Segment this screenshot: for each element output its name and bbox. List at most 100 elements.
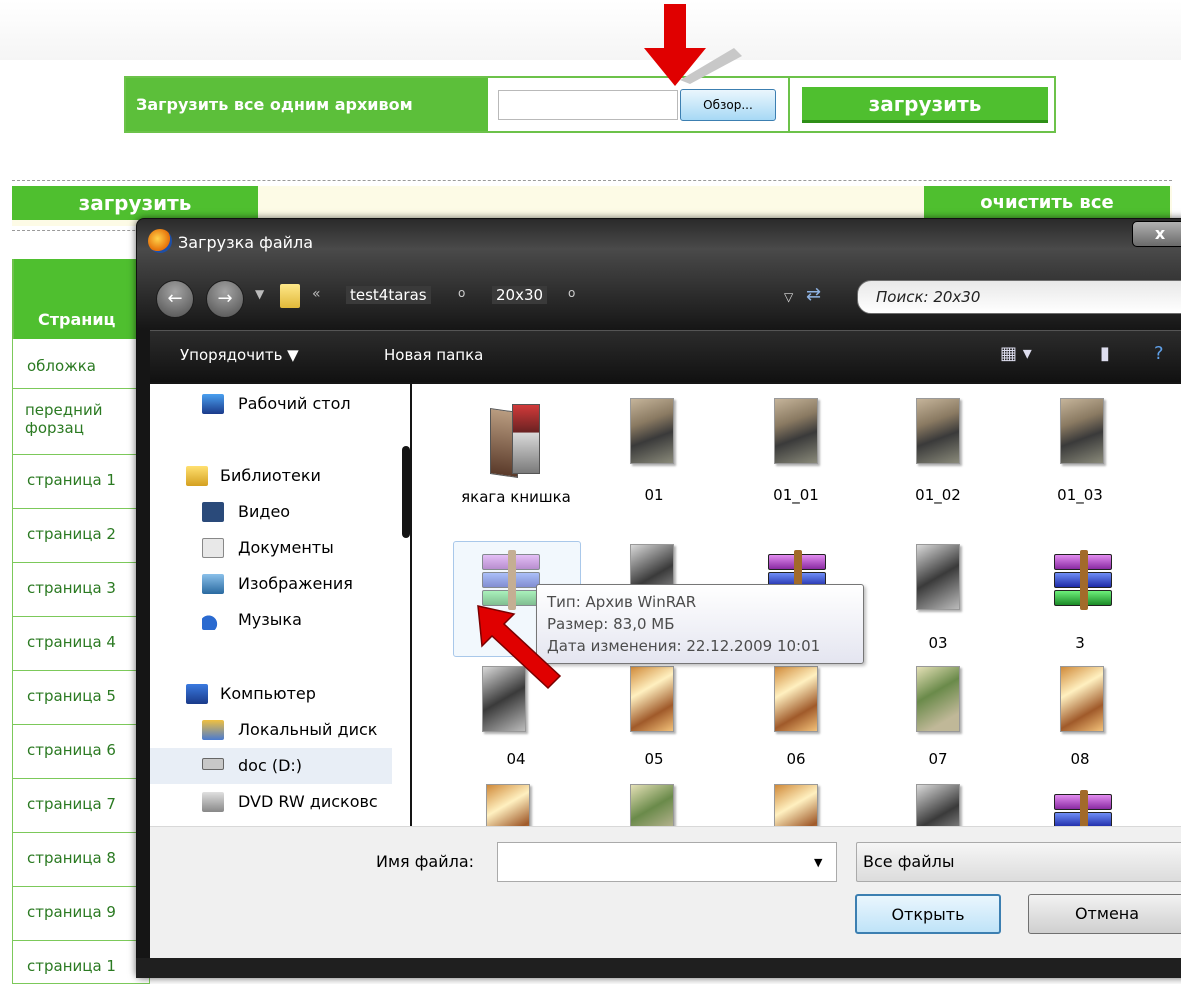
- breadcrumb-separator-icon[interactable]: o: [458, 286, 465, 300]
- cancel-button[interactable]: Отмена: [1028, 894, 1181, 934]
- file-label[interactable]: 05: [594, 750, 714, 768]
- row-label: страница 5: [27, 687, 116, 705]
- tooltip-size: Размер: 83,0 МБ: [547, 615, 675, 633]
- file-thumbnail[interactable]: [630, 784, 674, 826]
- dialog-title: Загрузка файла: [178, 233, 314, 252]
- file-thumbnail[interactable]: [630, 666, 674, 732]
- nav-desktop[interactable]: Рабочий стол: [238, 394, 351, 413]
- red-arrow-up-left-icon: [477, 605, 562, 690]
- nav-video[interactable]: Видео: [238, 502, 290, 521]
- libraries-icon: [186, 466, 208, 486]
- close-button[interactable]: x: [1132, 221, 1181, 247]
- file-thumbnail[interactable]: [1060, 666, 1104, 732]
- file-thumbnail[interactable]: [916, 544, 960, 610]
- file-thumbnail[interactable]: [630, 398, 674, 464]
- tooltip-date: Дата изменения: 22.12.2009 10:01: [547, 637, 821, 655]
- preview-pane-icon[interactable]: ▮: [1100, 343, 1110, 364]
- folder-icon: [280, 284, 300, 308]
- file-thumbnail: [490, 404, 542, 480]
- filename-dropdown-icon[interactable]: ▼: [814, 856, 822, 869]
- file-label[interactable]: 01_02: [878, 486, 998, 504]
- table-row[interactable]: передний форзац: [12, 389, 150, 455]
- page-top: [0, 0, 1181, 60]
- winrar-archive-icon[interactable]: [1054, 790, 1112, 826]
- refresh-icon[interactable]: ⇄: [806, 284, 821, 305]
- file-label[interactable]: 07: [878, 750, 998, 768]
- breadcrumb-separator-icon[interactable]: o: [568, 286, 575, 300]
- nav-drive-d[interactable]: doc (D:): [238, 756, 302, 775]
- file-thumbnail[interactable]: [916, 398, 960, 464]
- breadcrumb-item[interactable]: 20x30: [492, 286, 548, 304]
- video-icon: [202, 502, 224, 522]
- file-label[interactable]: 01_01: [736, 486, 856, 504]
- file-label[interactable]: 04: [456, 750, 576, 768]
- table-row[interactable]: страница 1: [12, 455, 150, 509]
- history-dropdown-icon[interactable]: ▼: [255, 287, 264, 301]
- row-label: страница 6: [27, 741, 116, 759]
- row-label: страница 1: [27, 471, 116, 489]
- table-row[interactable]: страница 9: [12, 887, 150, 941]
- nav-pictures[interactable]: Изображения: [238, 574, 353, 593]
- desktop-icon: [202, 394, 224, 414]
- file-type-select[interactable]: Все файлы: [856, 842, 1181, 882]
- archive-upload-label: Загрузить все одним архивом: [126, 78, 488, 131]
- nav-local-disk[interactable]: Локальный диск: [238, 720, 377, 739]
- winrar-archive-icon[interactable]: [1054, 550, 1112, 610]
- archive-file-input[interactable]: [498, 90, 678, 120]
- table-row[interactable]: страница 2: [12, 509, 150, 563]
- nav-documents[interactable]: Документы: [238, 538, 334, 557]
- new-folder-button[interactable]: Новая папка: [384, 346, 483, 364]
- row-label: страница 3: [27, 579, 116, 597]
- browse-button[interactable]: Обзор...: [680, 89, 776, 121]
- clear-all-button[interactable]: очистить все: [924, 186, 1170, 220]
- file-thumbnail[interactable]: [774, 784, 818, 826]
- dialog-bottom-edge: [136, 958, 1181, 978]
- search-input[interactable]: Поиск: 20x30: [857, 280, 1181, 314]
- table-row[interactable]: страница 6: [12, 725, 150, 779]
- file-label[interactable]: якага книшка: [456, 486, 576, 508]
- chevron-left-icon[interactable]: «: [312, 286, 321, 302]
- file-label[interactable]: 03: [878, 634, 998, 652]
- music-icon: [202, 610, 224, 630]
- forward-button[interactable]: →: [206, 280, 244, 318]
- nav-music[interactable]: Музыка: [238, 610, 302, 629]
- upload-button[interactable]: загрузить: [12, 186, 258, 220]
- filename-input[interactable]: [497, 842, 837, 882]
- file-thumbnail[interactable]: [1060, 398, 1104, 464]
- archive-upload-panel: Загрузить все одним архивом Обзор... заг…: [124, 76, 1056, 133]
- file-thumbnail[interactable]: [916, 784, 960, 826]
- address-dropdown-icon[interactable]: ▽: [784, 290, 793, 304]
- local-disk-icon: [202, 720, 224, 740]
- table-row[interactable]: страница 8: [12, 833, 150, 887]
- help-icon[interactable]: ?: [1154, 343, 1164, 364]
- nav-libraries[interactable]: Библиотеки: [220, 466, 321, 485]
- file-label[interactable]: 06: [736, 750, 856, 768]
- file-label[interactable]: 08: [1020, 750, 1140, 768]
- file-label[interactable]: 01: [594, 486, 714, 504]
- open-button[interactable]: Открыть: [855, 894, 1001, 934]
- archive-upload-button[interactable]: загрузить: [802, 87, 1048, 123]
- table-row[interactable]: страница 5: [12, 671, 150, 725]
- file-thumbnail[interactable]: [916, 666, 960, 732]
- table-row[interactable]: страница 7: [12, 779, 150, 833]
- table-row[interactable]: страница 4: [12, 617, 150, 671]
- file-label[interactable]: 01_03: [1020, 486, 1140, 504]
- organize-menu[interactable]: Упорядочить ▼: [180, 346, 299, 364]
- row-label: страница 2: [27, 525, 116, 543]
- filename-label: Имя файла:: [376, 852, 475, 871]
- file-thumbnail[interactable]: [774, 398, 818, 464]
- file-info-tooltip: Тип: Архив WinRAR Размер: 83,0 МБ Дата и…: [536, 584, 864, 664]
- breadcrumb-item[interactable]: test4taras: [346, 286, 431, 304]
- table-row[interactable]: страница 3: [12, 563, 150, 617]
- back-button[interactable]: ←: [156, 280, 194, 318]
- file-thumbnail[interactable]: [774, 666, 818, 732]
- views-icon[interactable]: ▦ ▾: [1000, 343, 1032, 364]
- nav-dvd[interactable]: DVD RW дисковс: [238, 792, 378, 811]
- pictures-icon: [202, 574, 224, 594]
- nav-computer[interactable]: Компьютер: [220, 684, 316, 703]
- table-row[interactable]: обложка: [12, 339, 150, 389]
- table-row[interactable]: страница 1: [12, 941, 150, 984]
- file-thumbnail[interactable]: [486, 784, 530, 826]
- file-label[interactable]: 3: [1020, 634, 1140, 652]
- nav-scrollbar[interactable]: [402, 446, 410, 538]
